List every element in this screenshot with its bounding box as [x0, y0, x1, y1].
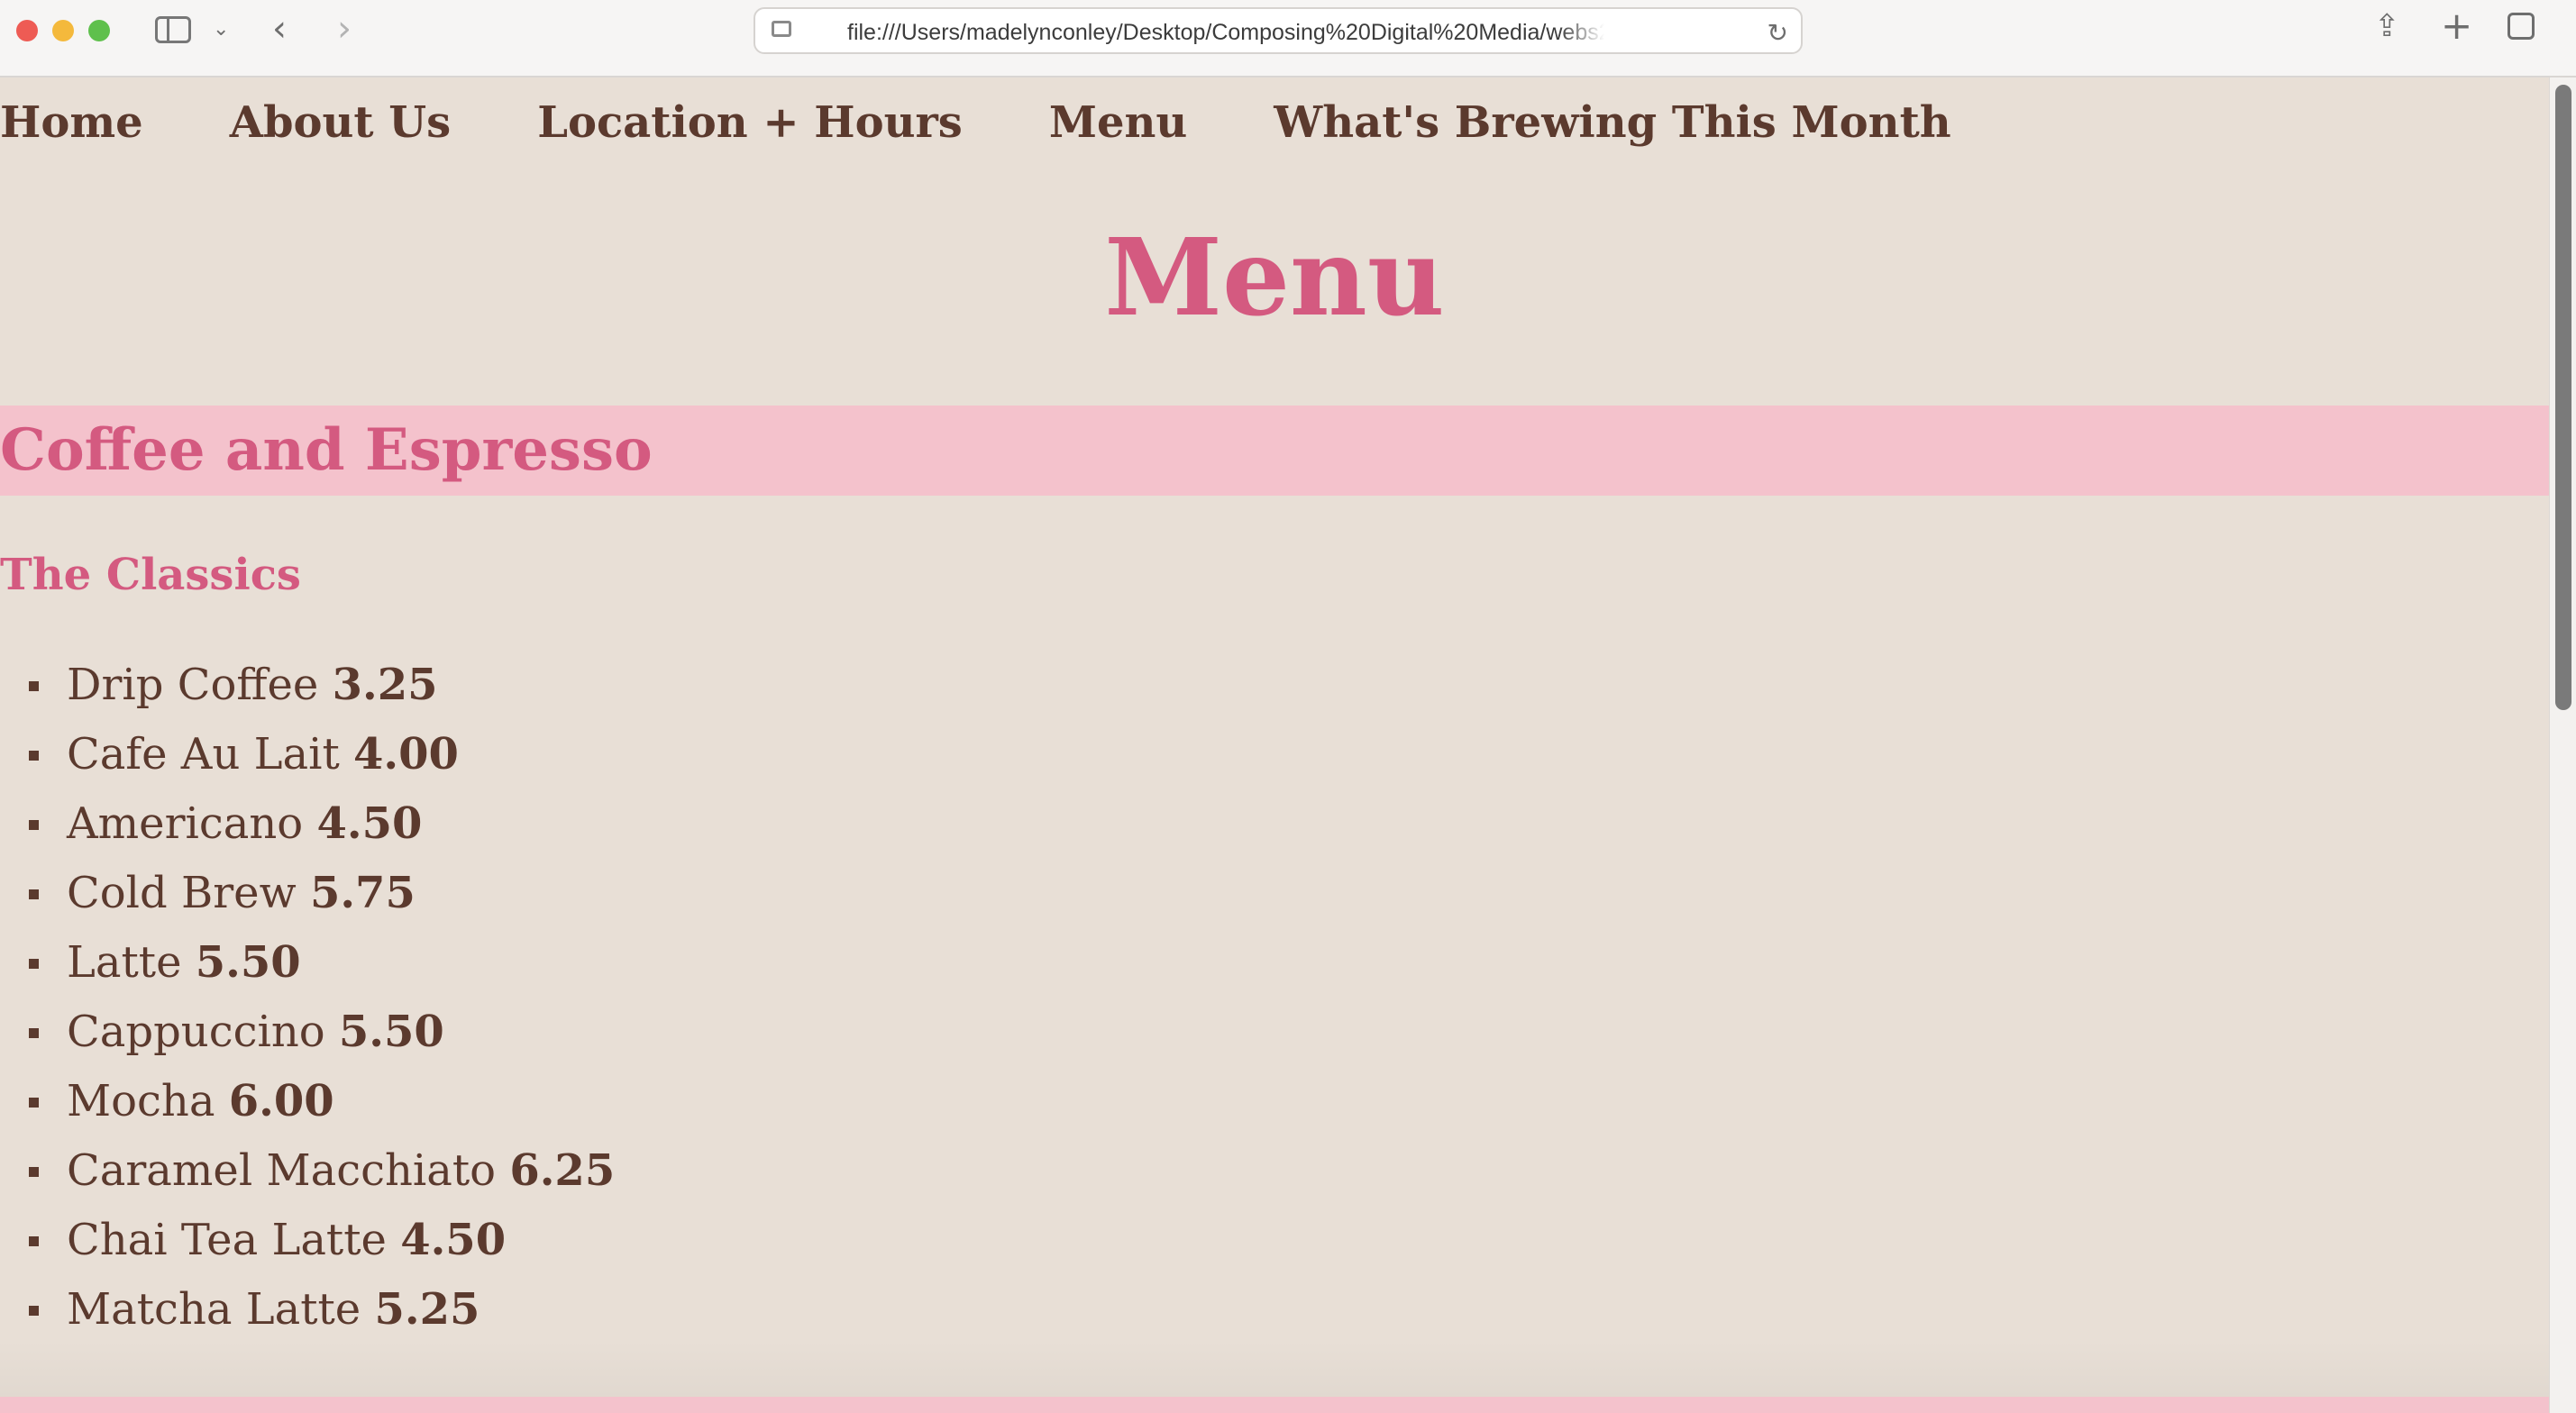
menu-item: Cold Brew 5.75 [0, 859, 615, 928]
address-bar[interactable]: file:///Users/madelynconley/Desktop/Comp… [754, 7, 1803, 54]
menu-item-name: Americano [67, 798, 304, 849]
subsection-heading: The Classics [0, 550, 301, 600]
menu-item-name: Cold Brew [67, 868, 297, 918]
zoom-window-button[interactable] [88, 20, 110, 41]
menu-item-price: 6.00 [228, 1076, 334, 1126]
menu-item-price: 6.25 [509, 1145, 616, 1196]
page-title: Menu [1104, 214, 1445, 340]
section-heading: Coffee and Espresso [0, 416, 653, 484]
tabs-icon[interactable] [2507, 13, 2535, 40]
menu-item-name: Mocha [67, 1076, 215, 1126]
chevron-down-icon[interactable]: ⌄ [213, 20, 229, 40]
menu-item: Matcha Latte 5.25 [0, 1275, 615, 1345]
menu-item-name: Cappuccino [67, 1007, 325, 1057]
menu-item-price: 5.75 [309, 868, 416, 918]
menu-item: Drip Coffee 3.25 [0, 651, 615, 720]
sidebar-icon[interactable] [155, 16, 191, 43]
menu-item-name: Chai Tea Latte [67, 1215, 387, 1265]
menu-item-name: Matcha Latte [67, 1284, 361, 1335]
reload-icon[interactable]: ↻ [1768, 18, 1788, 48]
menu-item-name: Cafe Au Lait [67, 729, 340, 779]
share-icon[interactable]: ⇪ [2374, 11, 2400, 41]
page-icon [772, 21, 791, 37]
menu-item-price: 4.50 [400, 1215, 507, 1265]
scrollbar-thumb[interactable] [2555, 85, 2571, 710]
browser-toolbar: ⌄ ‹ › file:///Users/madelynconley/Deskto… [0, 0, 2576, 77]
plus-icon[interactable]: + [2441, 7, 2472, 45]
menu-item-price: 5.25 [374, 1284, 480, 1335]
nav-link-home[interactable]: Home [0, 97, 143, 148]
menu-item: Americano 4.50 [0, 789, 615, 859]
menu-item-name: Caramel Macchiato [67, 1145, 497, 1196]
menu-item: Latte 5.50 [0, 928, 615, 998]
menu-item-name: Latte [67, 937, 182, 988]
section-band: Coffee and Espresso [0, 406, 2549, 496]
nav-link-whats-brewing[interactable]: What's Brewing This Month [1274, 97, 1950, 148]
back-icon[interactable]: ‹ [272, 11, 287, 47]
menu-item-price: 5.50 [338, 1007, 444, 1057]
menu-item: Cappuccino 5.50 [0, 998, 615, 1067]
site-nav: Home About Us Location + Hours Menu What's B… [0, 97, 2038, 148]
close-window-button[interactable] [16, 20, 38, 41]
nav-link-about-us[interactable]: About Us [230, 97, 451, 148]
next-section-band [0, 1397, 2549, 1413]
menu-item-price: 3.25 [332, 660, 438, 710]
menu-item-price: 4.00 [353, 729, 459, 779]
minimize-window-button[interactable] [52, 20, 74, 41]
menu-item: Cafe Au Lait 4.00 [0, 720, 615, 789]
menu-item: Mocha 6.00 [0, 1067, 615, 1136]
url-text[interactable]: file:///Users/madelynconley/Desktop/Comp… [847, 20, 1604, 46]
menu-item: Caramel Macchiato 6.25 [0, 1136, 615, 1206]
menu-item: Chai Tea Latte 4.50 [0, 1206, 615, 1275]
forward-icon[interactable]: › [337, 11, 352, 47]
web-page: Home About Us Location + Hours Menu What's B… [0, 77, 2549, 1413]
menu-item-name: Drip Coffee [67, 660, 319, 710]
menu-list: Drip Coffee 3.25 Cafe Au Lait 4.00 Ameri… [0, 651, 615, 1345]
menu-item-price: 4.50 [316, 798, 423, 849]
section-shadow [0, 1339, 2549, 1397]
menu-item-price: 5.50 [195, 937, 301, 988]
nav-link-location-hours[interactable]: Location + Hours [537, 97, 963, 148]
scrollbar-track[interactable] [2549, 77, 2576, 1413]
nav-link-menu[interactable]: Menu [1049, 97, 1187, 148]
